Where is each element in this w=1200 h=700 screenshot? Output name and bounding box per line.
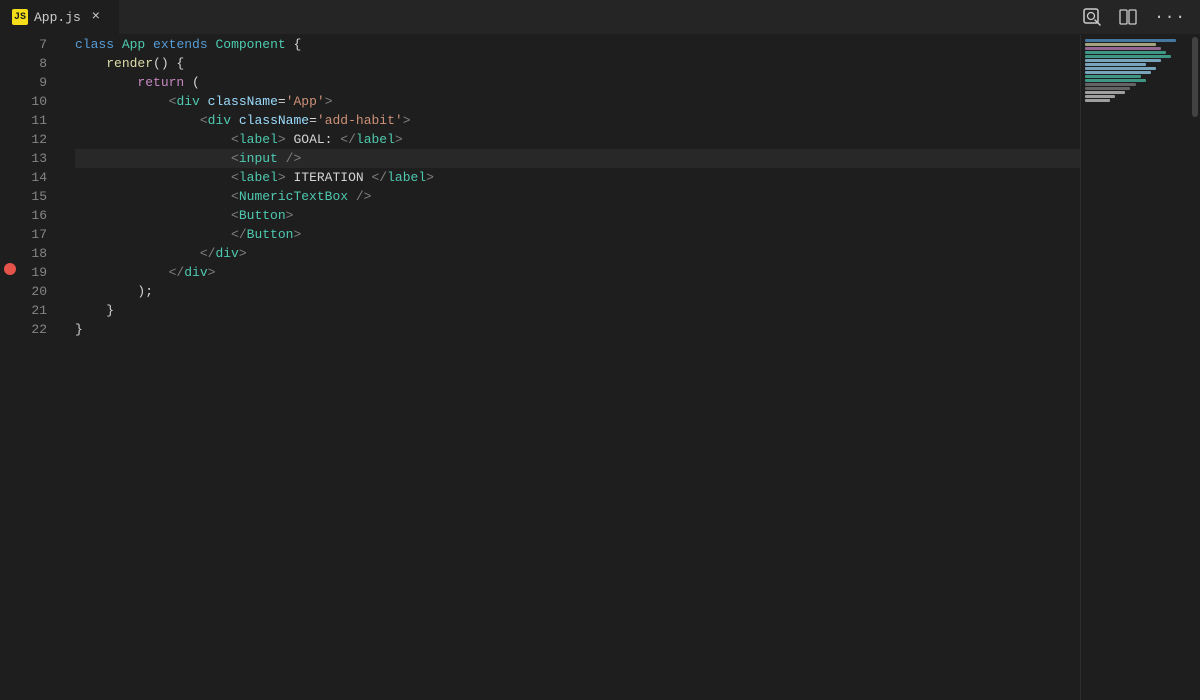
code-line-19: </div> xyxy=(75,263,1080,282)
minimap-line xyxy=(1085,39,1176,42)
code-line-21: } xyxy=(75,301,1080,320)
minimap-line xyxy=(1085,99,1110,102)
code-line-15: <NumericTextBox /> xyxy=(75,187,1080,206)
minimap-line xyxy=(1085,67,1156,70)
code-line-11: <div className='add-habit'> xyxy=(75,111,1080,130)
minimap-content xyxy=(1081,35,1190,107)
toolbar-actions: ··· xyxy=(1078,3,1200,31)
minimap-line xyxy=(1085,59,1161,62)
scrollbar-thumb[interactable] xyxy=(1192,37,1198,117)
line-num-16: 16 xyxy=(20,206,55,225)
line-num-13: 13 xyxy=(20,149,55,168)
minimap-line xyxy=(1085,79,1146,82)
minimap-line xyxy=(1085,87,1130,90)
minimap-line xyxy=(1085,95,1115,98)
minimap-line xyxy=(1085,55,1171,58)
line-num-14: 14 xyxy=(20,168,55,187)
minimap-line xyxy=(1085,83,1136,86)
minimap-line xyxy=(1085,47,1161,50)
code-line-18: </div> xyxy=(75,244,1080,263)
code-line-10: <div className='App'> xyxy=(75,92,1080,111)
line-num-9: 9 xyxy=(20,73,55,92)
minimap-line xyxy=(1085,91,1125,94)
editor-container: 7 8 9 10 11 12 13 14 15 16 17 18 19 20 2… xyxy=(0,35,1200,700)
line-num-21: 21 xyxy=(20,301,55,320)
minimap xyxy=(1080,35,1190,700)
code-line-13: <input /> xyxy=(75,149,1080,168)
js-icon: JS xyxy=(12,9,28,25)
line-num-18: 18 xyxy=(20,244,55,263)
code-line-22: } xyxy=(75,320,1080,339)
minimap-line xyxy=(1085,75,1141,78)
line-num-11: 11 xyxy=(20,111,55,130)
code-line-9: return ( xyxy=(75,73,1080,92)
breakpoint-dot xyxy=(4,263,16,275)
minimap-line xyxy=(1085,43,1156,46)
line-num-8: 8 xyxy=(20,54,55,73)
minimap-line xyxy=(1085,51,1166,54)
code-line-14: <label> ITERATION </label> xyxy=(75,168,1080,187)
line-num-15: 15 xyxy=(20,187,55,206)
code-line-16: <Button> xyxy=(75,206,1080,225)
search-file-icon[interactable] xyxy=(1078,3,1106,31)
code-line-8: render() { xyxy=(75,54,1080,73)
more-actions-icon[interactable]: ··· xyxy=(1150,4,1190,30)
line-num-17: 17 xyxy=(20,225,55,244)
code-line-7: class App extends Component { xyxy=(75,35,1080,54)
line-num-20: 20 xyxy=(20,282,55,301)
line-numbers: 7 8 9 10 11 12 13 14 15 16 17 18 19 20 2… xyxy=(20,35,65,700)
code-line-20: ); xyxy=(75,282,1080,301)
tab-bar: JS App.js × ··· xyxy=(0,0,1200,35)
split-editor-icon[interactable] xyxy=(1114,3,1142,31)
code-line-17: </Button> xyxy=(75,225,1080,244)
line-num-12: 12 xyxy=(20,130,55,149)
tab-bar-left: JS App.js × xyxy=(0,0,120,34)
tab-close-button[interactable]: × xyxy=(87,8,105,26)
tab-app-js[interactable]: JS App.js × xyxy=(0,0,120,34)
line-num-19: 19 xyxy=(20,263,55,282)
tab-filename: App.js xyxy=(34,10,81,25)
line-num-22: 22 xyxy=(20,320,55,339)
gutter xyxy=(0,35,20,700)
scrollbar[interactable] xyxy=(1190,35,1200,700)
line-num-7: 7 xyxy=(20,35,55,54)
minimap-line xyxy=(1085,63,1146,66)
code-editor[interactable]: class App extends Component { render() {… xyxy=(65,35,1080,700)
minimap-line xyxy=(1085,71,1151,74)
code-line-12: <label> GOAL: </label> xyxy=(75,130,1080,149)
line-num-10: 10 xyxy=(20,92,55,111)
